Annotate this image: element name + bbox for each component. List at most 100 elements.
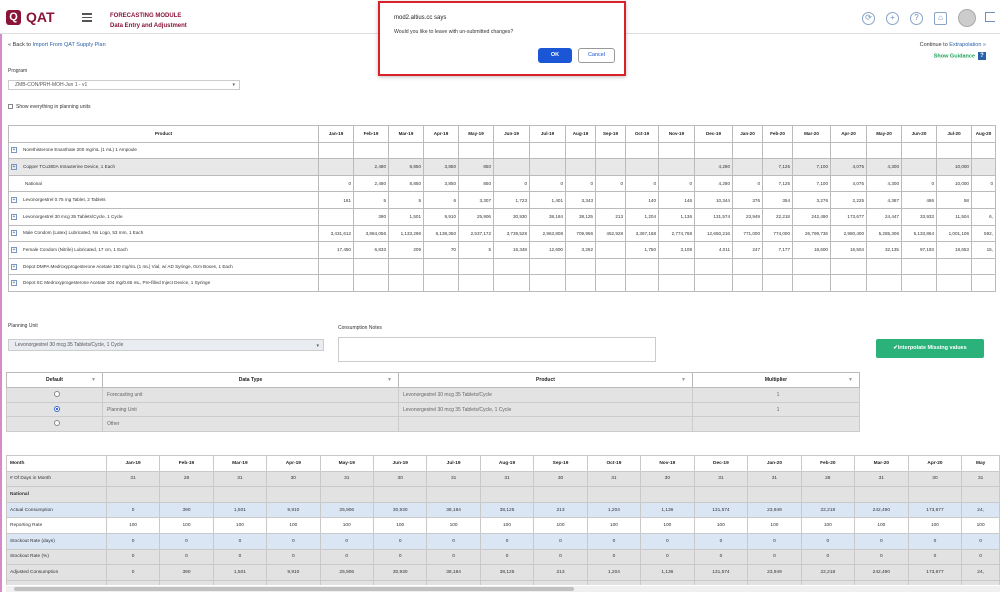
- value-cell[interactable]: 850: [458, 174, 494, 193]
- value-cell[interactable]: 390: [353, 207, 389, 226]
- value-cell[interactable]: 850: [458, 158, 494, 176]
- value-cell[interactable]: 30,930: [493, 207, 530, 226]
- value-cell[interactable]: 32,135: [866, 241, 902, 259]
- value-cell[interactable]: 0: [529, 174, 566, 193]
- value-cell[interactable]: 242,490: [792, 207, 831, 226]
- value-cell[interactable]: 6,138,350: [423, 224, 459, 243]
- consumption-cell[interactable]: 0: [586, 532, 642, 550]
- value-cell[interactable]: [732, 274, 763, 292]
- value-cell[interactable]: [353, 274, 389, 292]
- value-cell[interactable]: 771,000: [732, 224, 763, 243]
- value-cell[interactable]: [830, 274, 867, 292]
- value-cell[interactable]: 1,133,296: [388, 224, 424, 243]
- value-cell[interactable]: 774,000: [762, 224, 793, 243]
- consumption-cell[interactable]: 0: [907, 532, 963, 550]
- value-cell[interactable]: [936, 257, 972, 276]
- value-cell[interactable]: 3,850: [423, 158, 459, 176]
- consumption-cell[interactable]: 0: [479, 532, 535, 550]
- consumption-cell[interactable]: 0: [426, 532, 481, 550]
- value-cell[interactable]: 2,774,768: [658, 224, 695, 243]
- value-cell[interactable]: 140: [625, 191, 659, 209]
- value-cell[interactable]: [792, 257, 831, 276]
- value-cell[interactable]: [595, 274, 626, 292]
- value-cell[interactable]: 3,262: [565, 241, 596, 259]
- consumption-cell[interactable]: 173,677: [907, 501, 963, 519]
- expand-plus-icon[interactable]: +: [11, 197, 17, 204]
- value-cell[interactable]: 0: [318, 174, 354, 193]
- value-cell[interactable]: [936, 274, 972, 292]
- product-row[interactable]: + Copper TCu380A Intrauterine Device, 1 E…: [8, 158, 996, 176]
- expand-plus-icon[interactable]: +: [11, 213, 17, 220]
- show-all-checkbox[interactable]: [8, 104, 13, 110]
- value-cell[interactable]: 6,: [971, 207, 996, 226]
- program-select[interactable]: ZMB-CON/PRH-MOH-Jun 1 - v1 ▾: [8, 80, 240, 90]
- product-row[interactable]: + Levonorgestrel 0.75 mg Tablet, 2 Tablet…: [8, 191, 996, 209]
- value-cell[interactable]: 452,928: [595, 224, 626, 243]
- value-cell[interactable]: [318, 158, 354, 176]
- value-cell[interactable]: [565, 257, 596, 276]
- value-cell[interactable]: 213: [595, 207, 626, 226]
- consumption-cell[interactable]: 0: [373, 532, 428, 550]
- consumption-cell[interactable]: 0: [800, 532, 856, 550]
- value-cell[interactable]: 5: [353, 191, 389, 209]
- value-cell[interactable]: 18,653: [936, 241, 972, 259]
- value-cell[interactable]: [595, 241, 626, 259]
- value-cell[interactable]: [625, 141, 659, 160]
- value-cell[interactable]: 3,343: [565, 191, 596, 209]
- value-cell[interactable]: 17,450: [318, 241, 354, 259]
- default-radio[interactable]: [53, 390, 60, 397]
- value-cell[interactable]: 3,367,168: [625, 224, 659, 243]
- consumption-cell[interactable]: 0: [747, 532, 802, 550]
- value-cell[interactable]: [936, 141, 972, 160]
- consumption-cell[interactable]: 0: [212, 532, 268, 550]
- value-cell[interactable]: 7,100: [792, 174, 831, 193]
- dialog-ok-button[interactable]: OK: [538, 48, 572, 63]
- value-cell[interactable]: [529, 274, 566, 292]
- value-cell[interactable]: [694, 257, 733, 276]
- consumption-cell[interactable]: 25,906: [319, 501, 375, 519]
- value-cell[interactable]: [318, 257, 354, 276]
- value-cell[interactable]: 146: [658, 191, 695, 209]
- value-cell[interactable]: [762, 257, 793, 276]
- value-cell[interactable]: 181: [318, 191, 354, 209]
- value-cell[interactable]: [493, 158, 530, 176]
- consumption-cell[interactable]: 0: [159, 532, 214, 550]
- consumption-cell[interactable]: 242,490: [854, 501, 909, 519]
- value-cell[interactable]: 25,906: [458, 207, 494, 226]
- product-row[interactable]: National 0 2,480 8,850 3,850 850 0 0 0 0 0 0 4,280 0 7…: [8, 174, 996, 193]
- value-cell[interactable]: 8,850: [388, 174, 424, 193]
- value-cell[interactable]: [762, 141, 793, 160]
- value-cell[interactable]: 58: [936, 191, 972, 209]
- multiplier-cell[interactable]: [692, 416, 860, 433]
- expand-plus-icon[interactable]: +: [11, 230, 17, 237]
- consumption-cell[interactable]: 0: [854, 532, 909, 550]
- value-cell[interactable]: [830, 141, 867, 160]
- value-cell[interactable]: [388, 274, 424, 292]
- value-cell[interactable]: 12,600: [529, 241, 566, 259]
- value-cell[interactable]: [529, 257, 566, 276]
- value-cell[interactable]: 0: [565, 174, 596, 193]
- value-cell[interactable]: 131,574: [694, 207, 733, 226]
- value-cell[interactable]: 8,850: [388, 158, 424, 176]
- value-cell[interactable]: 709,956: [565, 224, 596, 243]
- value-cell[interactable]: 4,075: [830, 174, 867, 193]
- value-cell[interactable]: 4,280: [694, 158, 733, 176]
- value-cell[interactable]: 3,431,612: [318, 224, 354, 243]
- filter-icon[interactable]: ▼: [848, 377, 853, 383]
- value-cell[interactable]: 3,276: [792, 191, 831, 209]
- consumption-cell[interactable]: 390: [159, 501, 214, 519]
- value-cell[interactable]: 2,480: [353, 158, 389, 176]
- scrollbar-thumb[interactable]: [14, 587, 574, 591]
- filter-icon[interactable]: ▼: [681, 377, 686, 383]
- consumption-cell[interactable]: 0: [693, 532, 749, 550]
- value-cell[interactable]: [493, 141, 530, 160]
- consumption-cell[interactable]: 0: [266, 532, 321, 550]
- value-cell[interactable]: 1,001,106: [936, 224, 972, 243]
- value-cell[interactable]: 3,884,056: [353, 224, 389, 243]
- consumption-cell[interactable]: 1,501: [212, 501, 268, 519]
- value-cell[interactable]: [971, 191, 996, 209]
- value-cell[interactable]: [625, 257, 659, 276]
- value-cell[interactable]: 6: [423, 191, 459, 209]
- value-cell[interactable]: 1,204: [625, 207, 659, 226]
- value-cell[interactable]: [830, 257, 867, 276]
